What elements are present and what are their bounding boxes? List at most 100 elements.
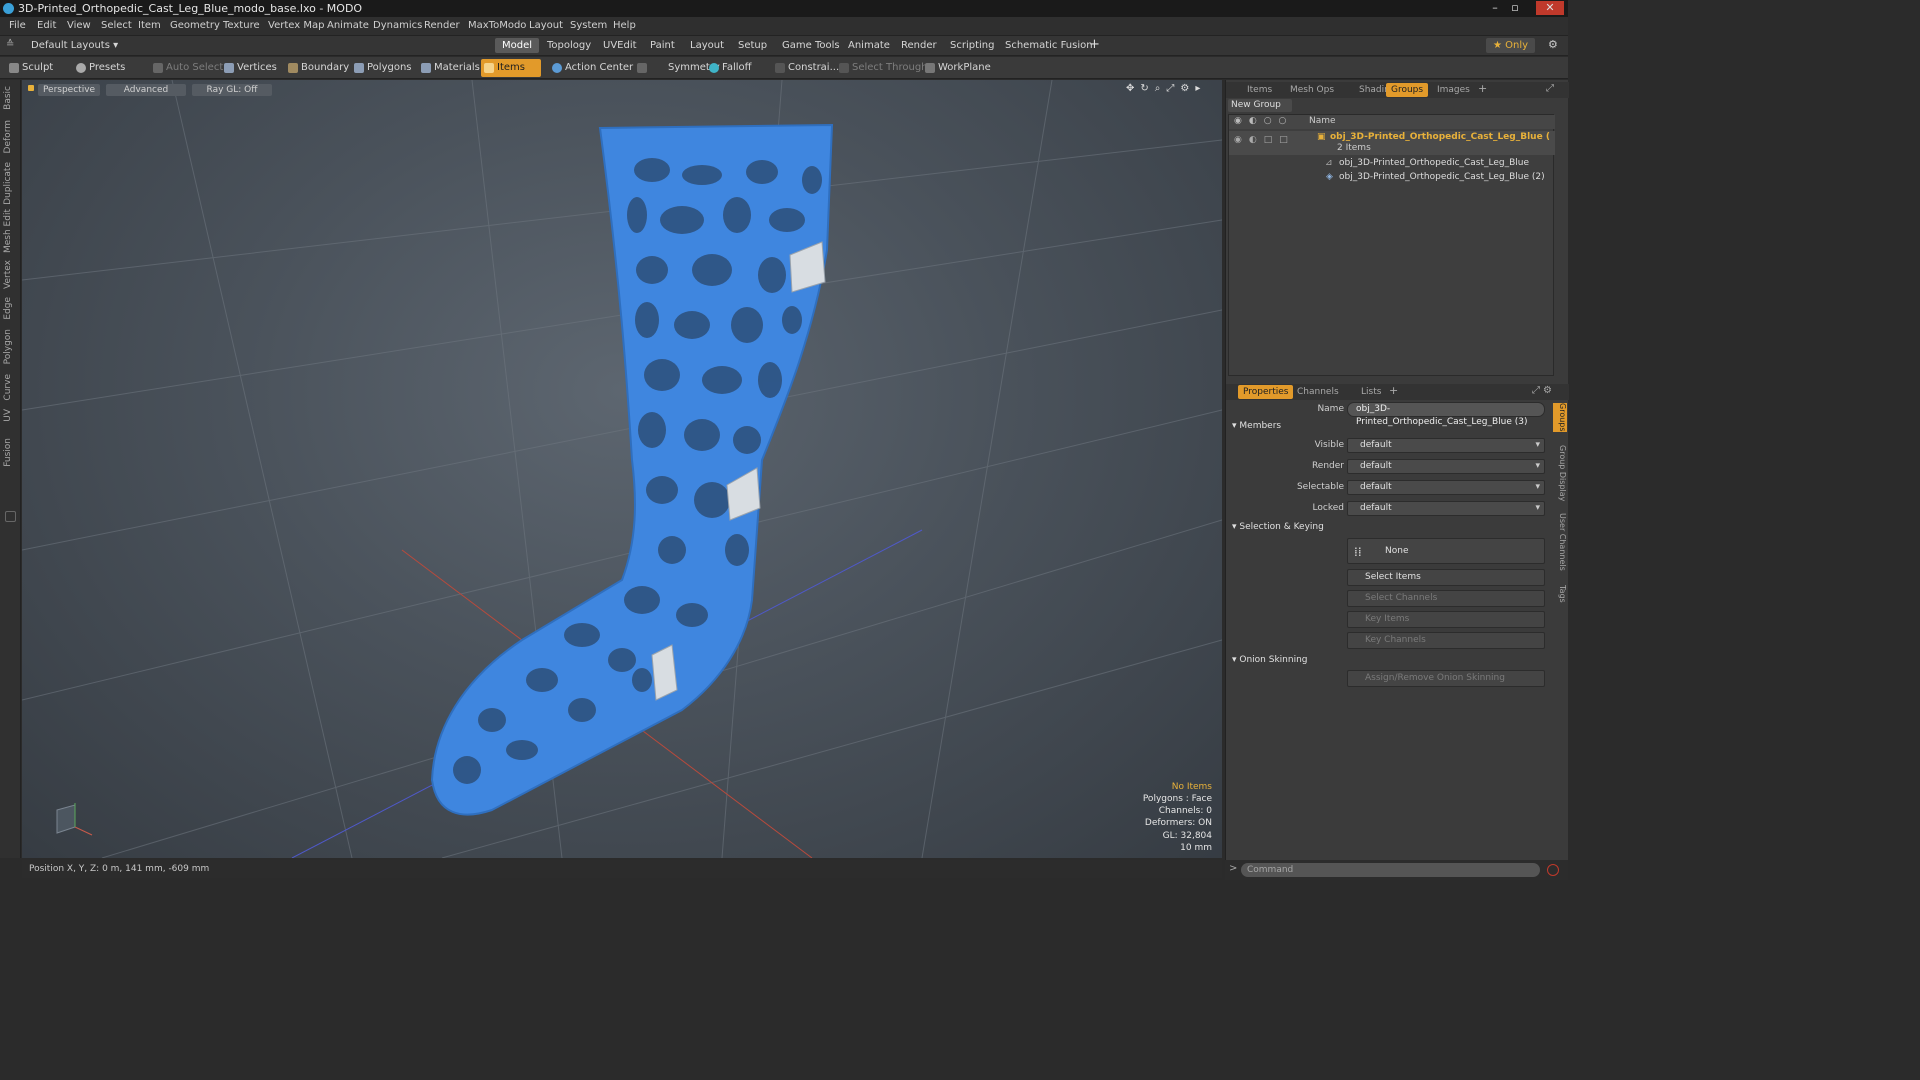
assign-onion-button[interactable]: Assign/Remove Onion Skinning	[1347, 670, 1545, 687]
3d-viewport[interactable]: Perspective Advanced Ray GL: Off ✥↻⌕⤢⚙▸ …	[22, 80, 1222, 858]
menu-item[interactable]: Item	[138, 20, 161, 31]
tab-schematic-fusion[interactable]: Schematic Fusion	[998, 38, 1100, 53]
tab-items[interactable]: Items	[1242, 83, 1277, 97]
materials-button[interactable]: Materials	[418, 59, 486, 77]
constraints-button[interactable]: Constrai...	[772, 59, 845, 77]
falloff-button[interactable]: Falloff	[706, 59, 758, 77]
new-group-button[interactable]: New Group	[1228, 99, 1292, 112]
maximize-icon[interactable]: ▫	[1506, 1, 1524, 15]
command-input[interactable]: Command	[1241, 863, 1540, 877]
menu-render[interactable]: Render	[424, 20, 460, 31]
tab-polygon[interactable]: Polygon	[3, 329, 17, 364]
shading-advanced-dropdown[interactable]: Advanced	[106, 84, 186, 96]
selection-keying-section[interactable]: ▾ Selection & Keying	[1232, 522, 1324, 532]
menu-select[interactable]: Select	[101, 20, 132, 31]
add-tab-icon[interactable]: +	[1389, 384, 1398, 397]
group-name-field[interactable]: obj_3D-Printed_Orthopedic_Cast_Leg_Blue …	[1347, 402, 1545, 427]
group-child-row[interactable]: ⊿ obj_3D-Printed_Orthopedic_Cast_Leg_Blu…	[1229, 157, 1555, 171]
sculpt-button[interactable]: Sculpt	[6, 59, 59, 77]
selectable-dropdown[interactable]: default	[1347, 480, 1545, 495]
record-icon[interactable]	[1547, 864, 1559, 876]
render-dropdown[interactable]: default	[1347, 459, 1545, 474]
workplane-button[interactable]: WorkPlane	[922, 59, 997, 77]
menu-dynamics[interactable]: Dynamics	[373, 20, 422, 31]
menu-view[interactable]: View	[67, 20, 91, 31]
menu-vertex-map[interactable]: Vertex Map	[268, 20, 324, 31]
side-tab-tags[interactable]: Tags	[1553, 585, 1567, 603]
layout-arrow-icon[interactable]: ≙	[6, 39, 14, 50]
eye-icon[interactable]: ◉◐□□	[1234, 135, 1295, 145]
menu-file[interactable]: File	[9, 20, 26, 31]
auto-select-button[interactable]: Auto Select	[150, 59, 229, 77]
boundary-button[interactable]: Boundary	[285, 59, 355, 77]
panel-expand-icon[interactable]: ⤢	[1546, 83, 1554, 94]
tab-mesh-ops[interactable]: Mesh Ops	[1285, 83, 1339, 97]
select-channels-button[interactable]: Select Channels	[1347, 590, 1545, 607]
perspective-dropdown[interactable]: Perspective	[38, 84, 100, 96]
tab-edge[interactable]: Edge	[3, 297, 17, 320]
menu-texture[interactable]: Texture	[223, 20, 260, 31]
menu-maxtomodo[interactable]: MaxToModo	[468, 20, 526, 31]
tab-groups[interactable]: Groups	[1386, 83, 1429, 97]
tab-deform[interactable]: Deform	[3, 120, 17, 153]
menu-geometry[interactable]: Geometry	[170, 20, 220, 31]
add-tab-icon[interactable]: +	[1089, 37, 1100, 52]
locked-dropdown[interactable]: default	[1347, 501, 1545, 516]
tab-topology[interactable]: Topology	[540, 38, 598, 53]
tab-layout[interactable]: Layout	[683, 38, 731, 53]
tab-duplicate[interactable]: Duplicate	[3, 162, 17, 205]
tab-model[interactable]: Model	[495, 38, 540, 53]
viewport-menu-icon[interactable]	[28, 85, 34, 91]
vertices-button[interactable]: Vertices	[221, 59, 283, 77]
menu-help[interactable]: Help	[613, 20, 636, 31]
close-icon[interactable]: ✕	[1536, 1, 1564, 15]
tab-render[interactable]: Render	[894, 38, 944, 53]
add-tab-icon[interactable]: +	[1478, 82, 1487, 95]
tab-basic[interactable]: Basic	[3, 86, 17, 110]
items-button[interactable]: Items	[481, 59, 541, 77]
tab-mesh-edit[interactable]: Mesh Edit	[3, 209, 17, 253]
presets-button[interactable]: Presets	[73, 59, 131, 77]
minimize-icon[interactable]: –	[1486, 1, 1504, 15]
side-tab-groups[interactable]: Groups	[1553, 403, 1567, 432]
only-toggle[interactable]: ★ Only	[1486, 38, 1536, 53]
tab-channels[interactable]: Channels	[1292, 385, 1344, 399]
menu-layout[interactable]: Layout	[529, 20, 563, 31]
tab-uv[interactable]: UV	[3, 409, 17, 422]
group-row[interactable]: ◉◐□□ ▣ obj_3D-Printed_Orthopedic_Cast_Le…	[1229, 131, 1555, 155]
tab-setup[interactable]: Setup	[731, 38, 774, 53]
select-items-button[interactable]: Select Items	[1347, 569, 1545, 586]
select-through-button[interactable]: Select Through	[836, 59, 934, 77]
menu-edit[interactable]: Edit	[37, 20, 56, 31]
tab-paint[interactable]: Paint	[643, 38, 682, 53]
tab-properties[interactable]: Properties	[1238, 385, 1294, 399]
menu-system[interactable]: System	[570, 20, 607, 31]
group-child-row[interactable]: ◈ obj_3D-Printed_Orthopedic_Cast_Leg_Blu…	[1229, 171, 1555, 185]
polygons-button[interactable]: Polygons	[351, 59, 418, 77]
expand-icon[interactable]	[5, 511, 16, 522]
onion-skinning-section[interactable]: ▾ Onion Skinning	[1232, 655, 1308, 665]
panel-settings-icon[interactable]: ⤢⚙	[1532, 385, 1555, 396]
tab-images[interactable]: Images	[1432, 83, 1475, 97]
tab-animate[interactable]: Animate	[841, 38, 897, 53]
layout-preset-dropdown[interactable]: Default Layouts ▾	[24, 38, 125, 53]
tab-scripting[interactable]: Scripting	[943, 38, 1001, 53]
tab-fusion[interactable]: Fusion	[3, 438, 17, 467]
raygl-dropdown[interactable]: Ray GL: Off	[192, 84, 272, 96]
visible-dropdown[interactable]: default	[1347, 438, 1545, 453]
tab-curve[interactable]: Curve	[3, 374, 17, 401]
key-channels-button[interactable]: Key Channels	[1347, 632, 1545, 649]
menu-animate[interactable]: Animate	[327, 20, 369, 31]
tab-game-tools[interactable]: Game Tools	[775, 38, 847, 53]
side-tab-group-display[interactable]: Group Display	[1553, 445, 1567, 501]
gear-icon[interactable]: ⚙	[1548, 38, 1558, 51]
members-section[interactable]: ▾ Members	[1232, 421, 1281, 431]
tab-vertex[interactable]: Vertex	[3, 260, 17, 289]
tab-lists[interactable]: Lists	[1356, 385, 1386, 399]
none-button[interactable]: ⁞⁞ None	[1347, 538, 1545, 564]
side-tab-user-channels[interactable]: User Channels	[1553, 513, 1567, 571]
viewport-nav-icons[interactable]: ✥↻⌕⤢⚙▸	[1126, 83, 1206, 94]
tab-uvedit[interactable]: UVEdit	[596, 38, 644, 53]
action-center-button[interactable]: Action Center	[549, 59, 639, 77]
key-items-button[interactable]: Key Items	[1347, 611, 1545, 628]
